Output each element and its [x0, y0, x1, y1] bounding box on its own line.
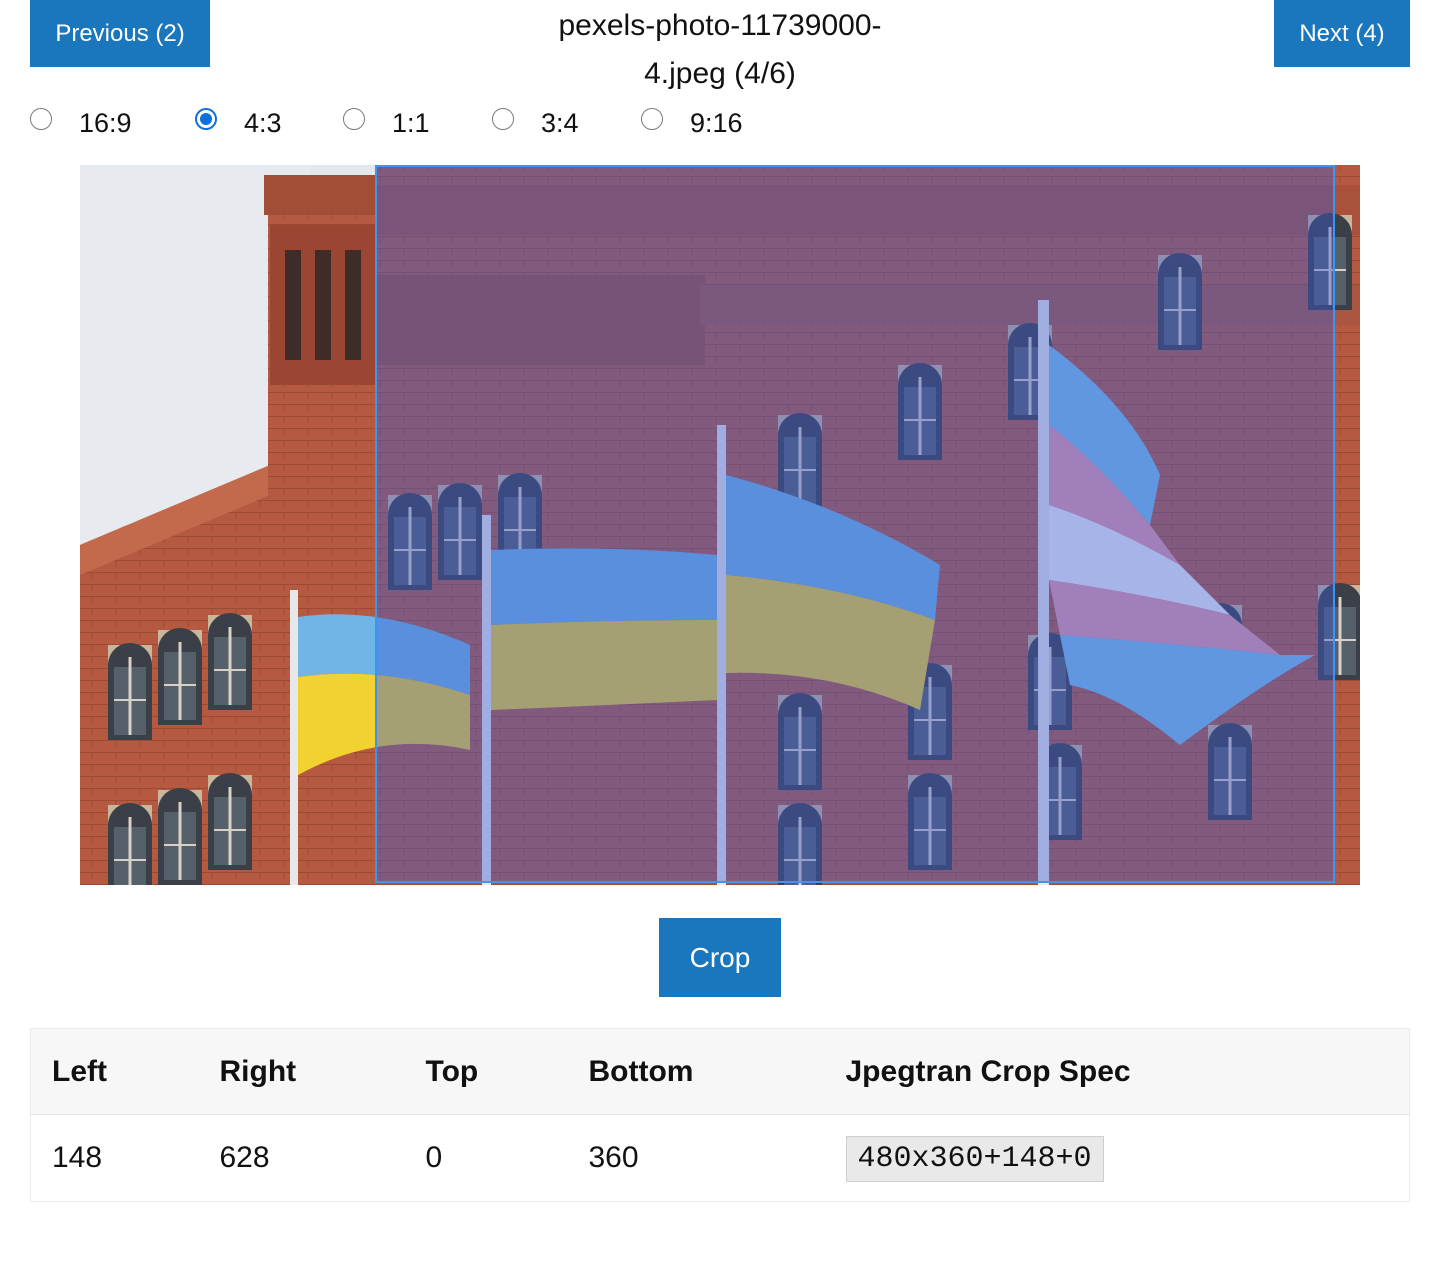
- crop-coordinates-table: Left Right Top Bottom Jpegtran Crop Spec…: [30, 1028, 1410, 1202]
- file-title: pexels-photo-11739000-4.jpeg (4/6): [558, 9, 882, 90]
- radio-unchecked-icon[interactable]: [641, 108, 663, 130]
- radio-unchecked-icon[interactable]: [30, 108, 52, 130]
- image-canvas[interactable]: [80, 165, 1360, 885]
- ratio-label: 3:4: [541, 107, 579, 138]
- column-header-bottom: Bottom: [588, 1054, 694, 1088]
- column-header-top: Top: [425, 1054, 479, 1088]
- ratio-option-9-16[interactable]: 9:16: [641, 100, 743, 146]
- page: Previous (2) pexels-photo-11739000-4.jpe…: [0, 0, 1440, 1280]
- ratio-label: 9:16: [690, 107, 743, 138]
- column-header-crop-spec: Jpegtran Crop Spec: [845, 1054, 1131, 1088]
- radio-unchecked-icon[interactable]: [492, 108, 514, 130]
- column-header-left: Left: [52, 1054, 107, 1088]
- crop-selection-box[interactable]: [375, 165, 1335, 883]
- radio-unchecked-icon[interactable]: [343, 108, 365, 130]
- cell-bottom: 360: [588, 1141, 639, 1174]
- ratio-label: 16:9: [79, 107, 132, 138]
- table-row: 148 628 0 360 480x360+148+0: [30, 1114, 1410, 1202]
- cell-left: 148: [52, 1141, 103, 1174]
- radio-checked-icon[interactable]: [195, 108, 217, 130]
- cell-crop-spec: 480x360+148+0: [825, 1115, 1410, 1202]
- column-header-right: Right: [219, 1054, 297, 1088]
- crop-button[interactable]: Crop: [659, 918, 781, 997]
- ratio-option-3-4[interactable]: 3:4: [492, 100, 579, 146]
- ratio-label: 4:3: [244, 107, 282, 138]
- table-header-row: Left Right Top Bottom Jpegtran Crop Spec: [30, 1028, 1410, 1115]
- crop-spec-code[interactable]: 480x360+148+0: [845, 1136, 1104, 1182]
- cell-right: 628: [219, 1141, 270, 1174]
- ratio-option-1-1[interactable]: 1:1: [343, 100, 430, 146]
- previous-button[interactable]: Previous (2): [30, 0, 210, 67]
- ratio-option-4-3[interactable]: 4:3: [195, 100, 282, 146]
- ratio-option-16-9[interactable]: 16:9: [30, 100, 132, 146]
- ratio-label: 1:1: [392, 107, 430, 138]
- cell-top: 0: [425, 1141, 443, 1174]
- next-button[interactable]: Next (4): [1274, 0, 1410, 67]
